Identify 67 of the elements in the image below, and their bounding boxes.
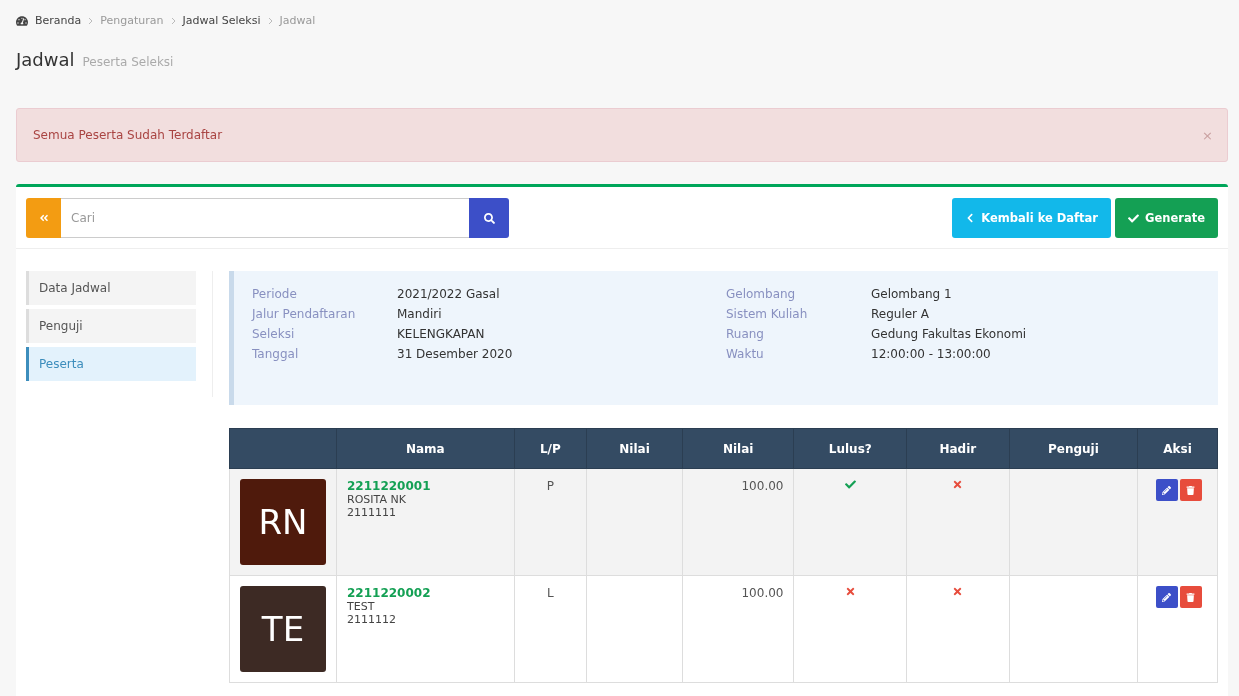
double-chevron-icon	[38, 213, 49, 223]
search-button[interactable]	[469, 198, 509, 238]
gender-text: L	[547, 586, 554, 600]
participant-number[interactable]: 2211220001	[347, 479, 504, 493]
close-button[interactable]: ×	[1202, 127, 1213, 143]
search-icon	[483, 212, 495, 224]
column-header: Lulus?	[794, 428, 907, 469]
generate-button[interactable]: Generate	[1115, 198, 1218, 238]
info-value: 12:00:00 - 13:00:00	[871, 347, 992, 361]
alert-message: Semua Peserta Sudah Terdaftar	[33, 128, 223, 142]
breadcrumb-link[interactable]: Pengaturan	[100, 14, 164, 27]
info-label: Tanggal	[252, 347, 300, 361]
chevron-icon	[267, 16, 273, 25]
participant-code: 2111111	[347, 506, 397, 519]
column-header: Nilai	[682, 428, 794, 469]
check-icon	[1128, 212, 1140, 224]
avatar: TE	[240, 586, 326, 672]
info-value: Gelombang 1	[871, 287, 953, 301]
chevron-icon	[170, 16, 176, 25]
pencil-icon	[1162, 592, 1172, 602]
column-header: Nilai	[586, 428, 683, 469]
column-header: Aksi	[1137, 428, 1218, 469]
participant-code: 2111112	[347, 613, 397, 626]
breadcrumb-link[interactable]: Beranda	[35, 14, 82, 27]
edit-button[interactable]	[1155, 586, 1178, 608]
info-value: Reguler A	[871, 307, 931, 321]
page-subtitle: Peserta Seleksi	[82, 55, 174, 69]
trash-icon	[1186, 485, 1196, 495]
avatar: RN	[240, 479, 326, 565]
info-label: Seleksi	[252, 327, 296, 341]
column-header: Nama	[336, 428, 514, 469]
breadcrumb-link[interactable]: Jadwal Seleksi	[182, 14, 261, 27]
sidebar-item[interactable]: Penguji	[26, 309, 196, 343]
delete-button[interactable]	[1179, 479, 1202, 501]
info-label: Jalur Pendaftaran	[252, 307, 357, 321]
sidebar-item[interactable]: Data Jadwal	[26, 271, 196, 305]
info-value: 31 Desember 2020	[397, 347, 514, 361]
gender-text: P	[546, 479, 554, 493]
breadcrumb-link[interactable]: Jadwal	[279, 14, 316, 27]
chevron-icon	[88, 16, 94, 25]
pencil-icon	[1162, 485, 1172, 495]
trash-icon	[1186, 592, 1196, 602]
participant-number[interactable]: 2211220002	[347, 586, 504, 600]
column-header: L/P	[514, 428, 587, 469]
participant-name: ROSITA NK	[347, 493, 407, 506]
delete-button[interactable]	[1179, 586, 1202, 608]
info-label: Periode	[252, 287, 298, 301]
edit-button[interactable]	[1155, 479, 1178, 501]
dashboard-icon	[16, 14, 28, 27]
info-label: Ruang	[726, 327, 765, 341]
search-field[interactable]: Cari	[61, 198, 469, 238]
chevron-icon	[965, 213, 976, 223]
info-label: Sistem Kuliah	[726, 307, 809, 321]
back-button[interactable]: Kembali ke Daftar	[952, 198, 1112, 238]
info-value: 2021/2022 Gasal	[397, 287, 501, 301]
column-header: Hadir	[906, 428, 1010, 469]
participant-name: TEST	[347, 600, 376, 613]
info-value: Mandiri	[397, 307, 443, 321]
info-value: Gedung Fakultas Ekonomi	[871, 327, 1028, 341]
score-text: 100.00	[741, 479, 784, 493]
page-title: Jadwal	[16, 49, 75, 70]
sidebar-item[interactable]: Peserta	[26, 347, 196, 381]
info-label: Waktu	[726, 347, 765, 361]
info-value: KELENGKAPAN	[397, 327, 486, 341]
column-header: Penguji	[1009, 428, 1138, 469]
score-text: 100.00	[741, 586, 784, 600]
info-label: Gelombang	[726, 287, 797, 301]
